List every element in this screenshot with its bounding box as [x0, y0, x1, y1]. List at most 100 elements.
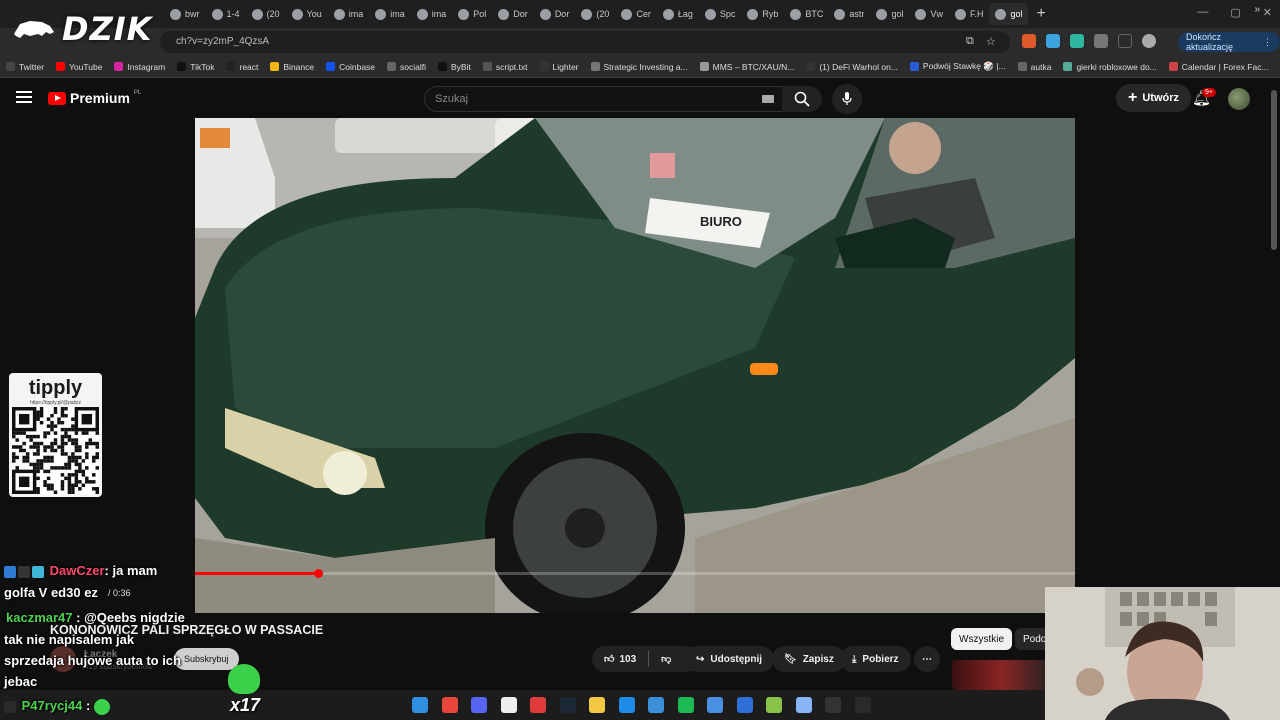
- chat-message: kaczmar47 : @Qeebs nigdzie: [6, 610, 185, 625]
- windows-start-icon[interactable]: [412, 697, 428, 713]
- app-icon[interactable]: [736, 697, 753, 713]
- media-icon[interactable]: [1118, 34, 1132, 48]
- browser-tab[interactable]: Ryb: [741, 3, 784, 25]
- address-bar[interactable]: ch?v=zy2mP_4QzsA: [160, 31, 1010, 53]
- favicon-icon: [995, 8, 1007, 20]
- browser-tab[interactable]: bwr: [164, 3, 206, 25]
- browser-tab[interactable]: ima: [328, 3, 370, 25]
- bookmark-item[interactable]: TikTok: [177, 62, 214, 72]
- bookmark-item[interactable]: script.txt: [482, 62, 528, 72]
- app-icon[interactable]: [766, 697, 782, 713]
- bookmark-star-icon[interactable]: ☆: [986, 35, 996, 48]
- hamburger-menu-icon[interactable]: [16, 91, 32, 103]
- bookmark-item[interactable]: Coinbase: [326, 62, 375, 72]
- bookmarks-overflow-icon[interactable]: »: [1254, 4, 1260, 15]
- browser-tab[interactable]: BTC: [784, 3, 828, 25]
- bookmark-item[interactable]: Instagram: [114, 62, 165, 72]
- bookmark-item[interactable]: Podwój Stawkę 🎲 |...: [909, 61, 1006, 72]
- app-icon[interactable]: [825, 697, 841, 713]
- badge-icon: [4, 700, 16, 713]
- bookmark-item[interactable]: Strategic Investing a...: [590, 62, 688, 72]
- folder-icon[interactable]: [589, 697, 605, 713]
- notepad-icon[interactable]: [500, 697, 517, 713]
- bookmark-item[interactable]: Calendar | Forex Fac...: [1168, 62, 1269, 72]
- voice-search-button[interactable]: [832, 84, 862, 114]
- install-icon[interactable]: ⧉: [966, 35, 974, 48]
- bookmark-item[interactable]: ByBit: [438, 62, 471, 72]
- more-actions-button[interactable]: ⋯: [914, 646, 940, 672]
- maximize-icon[interactable]: ▢: [1230, 6, 1240, 19]
- bookmark-item[interactable]: react: [226, 62, 258, 72]
- browser-tab[interactable]: Vw: [909, 3, 949, 25]
- search-button[interactable]: [782, 86, 822, 112]
- thumbs-down-icon[interactable]: 👎︎: [661, 653, 671, 665]
- extension-icon[interactable]: [1046, 34, 1060, 48]
- discord-icon[interactable]: [471, 697, 487, 713]
- app-icon[interactable]: [795, 697, 812, 713]
- close-icon[interactable]: ✕: [1263, 6, 1272, 19]
- webcam-overlay: [1045, 587, 1280, 720]
- puzzle-icon[interactable]: [1094, 34, 1108, 48]
- save-button[interactable]: 🔖︎ Zapisz: [772, 646, 846, 672]
- bookmark-item[interactable]: Twitter: [6, 62, 44, 72]
- browser-tab[interactable]: gol: [989, 3, 1029, 25]
- extension-icon[interactable]: [1070, 34, 1084, 48]
- chat-message: P47rycj44 :: [4, 698, 112, 715]
- download-button[interactable]: ⤓ Pobierz: [840, 646, 911, 672]
- browser-tab[interactable]: Dor: [534, 3, 576, 25]
- browser-tab[interactable]: ima: [411, 3, 453, 25]
- spotify-icon[interactable]: [677, 697, 694, 713]
- update-button[interactable]: Dokończ aktualizację ⋮: [1178, 32, 1280, 52]
- browser-tab[interactable]: You: [286, 3, 328, 25]
- browser-tab[interactable]: F.H: [949, 3, 990, 25]
- bookmark-item[interactable]: autka: [1017, 62, 1051, 72]
- browser-tab[interactable]: (20: [246, 3, 286, 25]
- subscribe-button[interactable]: Subskrybuj: [174, 648, 239, 670]
- bookmark-item[interactable]: gierki robloxowe do...: [1063, 62, 1157, 72]
- video-player[interactable]: BIURO: [195, 118, 1075, 613]
- app-icon[interactable]: [648, 697, 664, 713]
- app-icon[interactable]: [618, 697, 635, 713]
- bookmark-item[interactable]: Binance: [270, 62, 314, 72]
- create-button[interactable]: + Utwórz: [1116, 84, 1192, 112]
- browser-tab[interactable]: Łag: [657, 3, 699, 25]
- profile-icon[interactable]: [1142, 34, 1156, 48]
- bookmark-item[interactable]: MMS – BTC/XAU/N...: [699, 62, 794, 72]
- browser-tab[interactable]: gol: [870, 3, 909, 25]
- app-icon[interactable]: [530, 697, 546, 713]
- bookmark-item[interactable]: (1) DeFi Warhol on...: [806, 62, 898, 72]
- kebab-menu-icon[interactable]: ⋮: [1263, 37, 1272, 48]
- keyboard-icon[interactable]: [762, 95, 774, 103]
- browser-tab[interactable]: ima: [369, 3, 411, 25]
- bookmark-item[interactable]: Lighter: [539, 62, 579, 72]
- youtube-logo[interactable]: Premium PL: [48, 90, 141, 106]
- browser-tab[interactable]: Pol: [452, 3, 492, 25]
- terminal-icon[interactable]: [854, 697, 871, 713]
- app-icon[interactable]: [707, 697, 723, 713]
- chrome-icon[interactable]: [441, 697, 458, 713]
- steam-icon[interactable]: [559, 697, 576, 713]
- avatar[interactable]: [1228, 88, 1250, 110]
- bookmark-favicon-icon: [114, 62, 124, 71]
- minimize-icon[interactable]: —: [1197, 6, 1208, 19]
- bookmark-item[interactable]: YouTube: [56, 62, 102, 72]
- search-input[interactable]: Szukaj: [424, 86, 788, 112]
- like-button[interactable]: 👍︎ 103: [604, 653, 636, 666]
- new-tab-icon[interactable]: +: [1036, 5, 1045, 23]
- bookmark-item[interactable]: socialfi: [387, 62, 426, 72]
- filter-chip-all[interactable]: Wszystkie: [951, 628, 1012, 650]
- window-controls[interactable]: — ▢ ✕: [1197, 6, 1272, 19]
- extension-icon[interactable]: [1022, 34, 1036, 48]
- scrollbar[interactable]: [1271, 90, 1277, 250]
- browser-tab[interactable]: Dor: [492, 3, 534, 25]
- browser-tab[interactable]: astr: [828, 3, 870, 25]
- bookmark-label: YouTube: [69, 61, 103, 72]
- browser-tab[interactable]: 1-4: [206, 3, 246, 25]
- video-progress-bar[interactable]: [195, 569, 1075, 578]
- share-button[interactable]: ↪ Udostępnij: [684, 646, 775, 672]
- favicon-icon: [291, 8, 303, 20]
- recommended-thumbnail[interactable]: [952, 660, 1052, 690]
- browser-tab[interactable]: Spc: [699, 3, 742, 25]
- browser-tab[interactable]: (20: [575, 3, 615, 25]
- browser-tab[interactable]: Cer: [615, 3, 657, 25]
